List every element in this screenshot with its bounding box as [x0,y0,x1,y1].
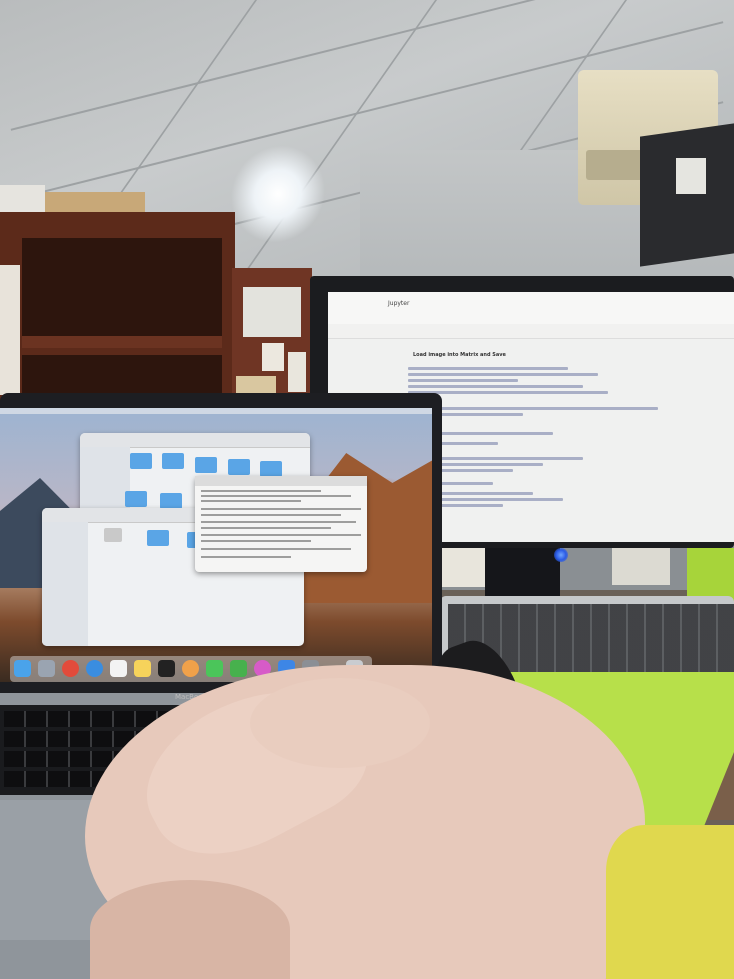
notes-icon[interactable] [134,660,151,677]
wall-note [288,352,306,392]
file-icon[interactable] [104,528,122,542]
photos-icon[interactable] [182,660,199,677]
launchpad-icon[interactable] [38,660,55,677]
code-line [408,385,583,388]
folder-icon[interactable] [228,459,250,475]
folder-icon[interactable] [162,453,184,469]
laptop-screen [0,408,432,682]
terminal-line [201,521,356,523]
code-line [408,379,518,382]
terminal-line [201,514,341,516]
folder-icon[interactable] [160,493,182,509]
facetime-icon[interactable] [230,660,247,677]
safari-icon[interactable] [86,660,103,677]
finder-sidebar [42,522,88,646]
cardboard-box [640,123,734,267]
messages-icon[interactable] [206,660,223,677]
finder-toolbar[interactable] [80,433,310,448]
shelf-compartment [22,238,222,338]
jupyter-menubar [328,324,734,339]
terminal-line [201,495,351,497]
terminal-line [201,508,361,510]
folder-icon[interactable] [147,530,169,546]
code-line [408,373,598,376]
yellow-sleeve [606,825,734,979]
terminal-icon[interactable] [158,660,175,677]
terminal-line [201,534,361,536]
jupyter-header: Jupyter [328,292,734,325]
folder-icon[interactable] [260,461,282,477]
terminal-line [201,527,331,529]
mac-menubar [0,408,432,414]
wall-poster [0,265,20,395]
calendar-icon[interactable] [110,660,127,677]
chrome-icon[interactable] [62,660,79,677]
finder-icon[interactable] [14,660,31,677]
terminal-line [201,548,351,550]
terminal-line [201,500,301,502]
folder-icon[interactable] [130,453,152,469]
terminal-titlebar[interactable] [195,476,367,486]
notebook-heading: Load image into Matrix and Save [413,352,506,358]
code-line [408,367,568,370]
wall-note [262,343,284,371]
power-led [554,548,568,562]
terminal-line [201,540,311,542]
terminal-window[interactable] [195,476,367,572]
paper-document [612,545,670,585]
shelf-board [22,336,222,348]
wall-poster [243,287,301,337]
terminal-line [201,490,321,492]
jupyter-title: Jupyter [388,300,410,307]
folder-icon[interactable] [195,457,217,473]
finger [250,678,430,768]
terminal-line [201,556,291,558]
folder-icon[interactable] [125,491,147,507]
box-label [676,158,706,194]
thumb [90,880,290,979]
